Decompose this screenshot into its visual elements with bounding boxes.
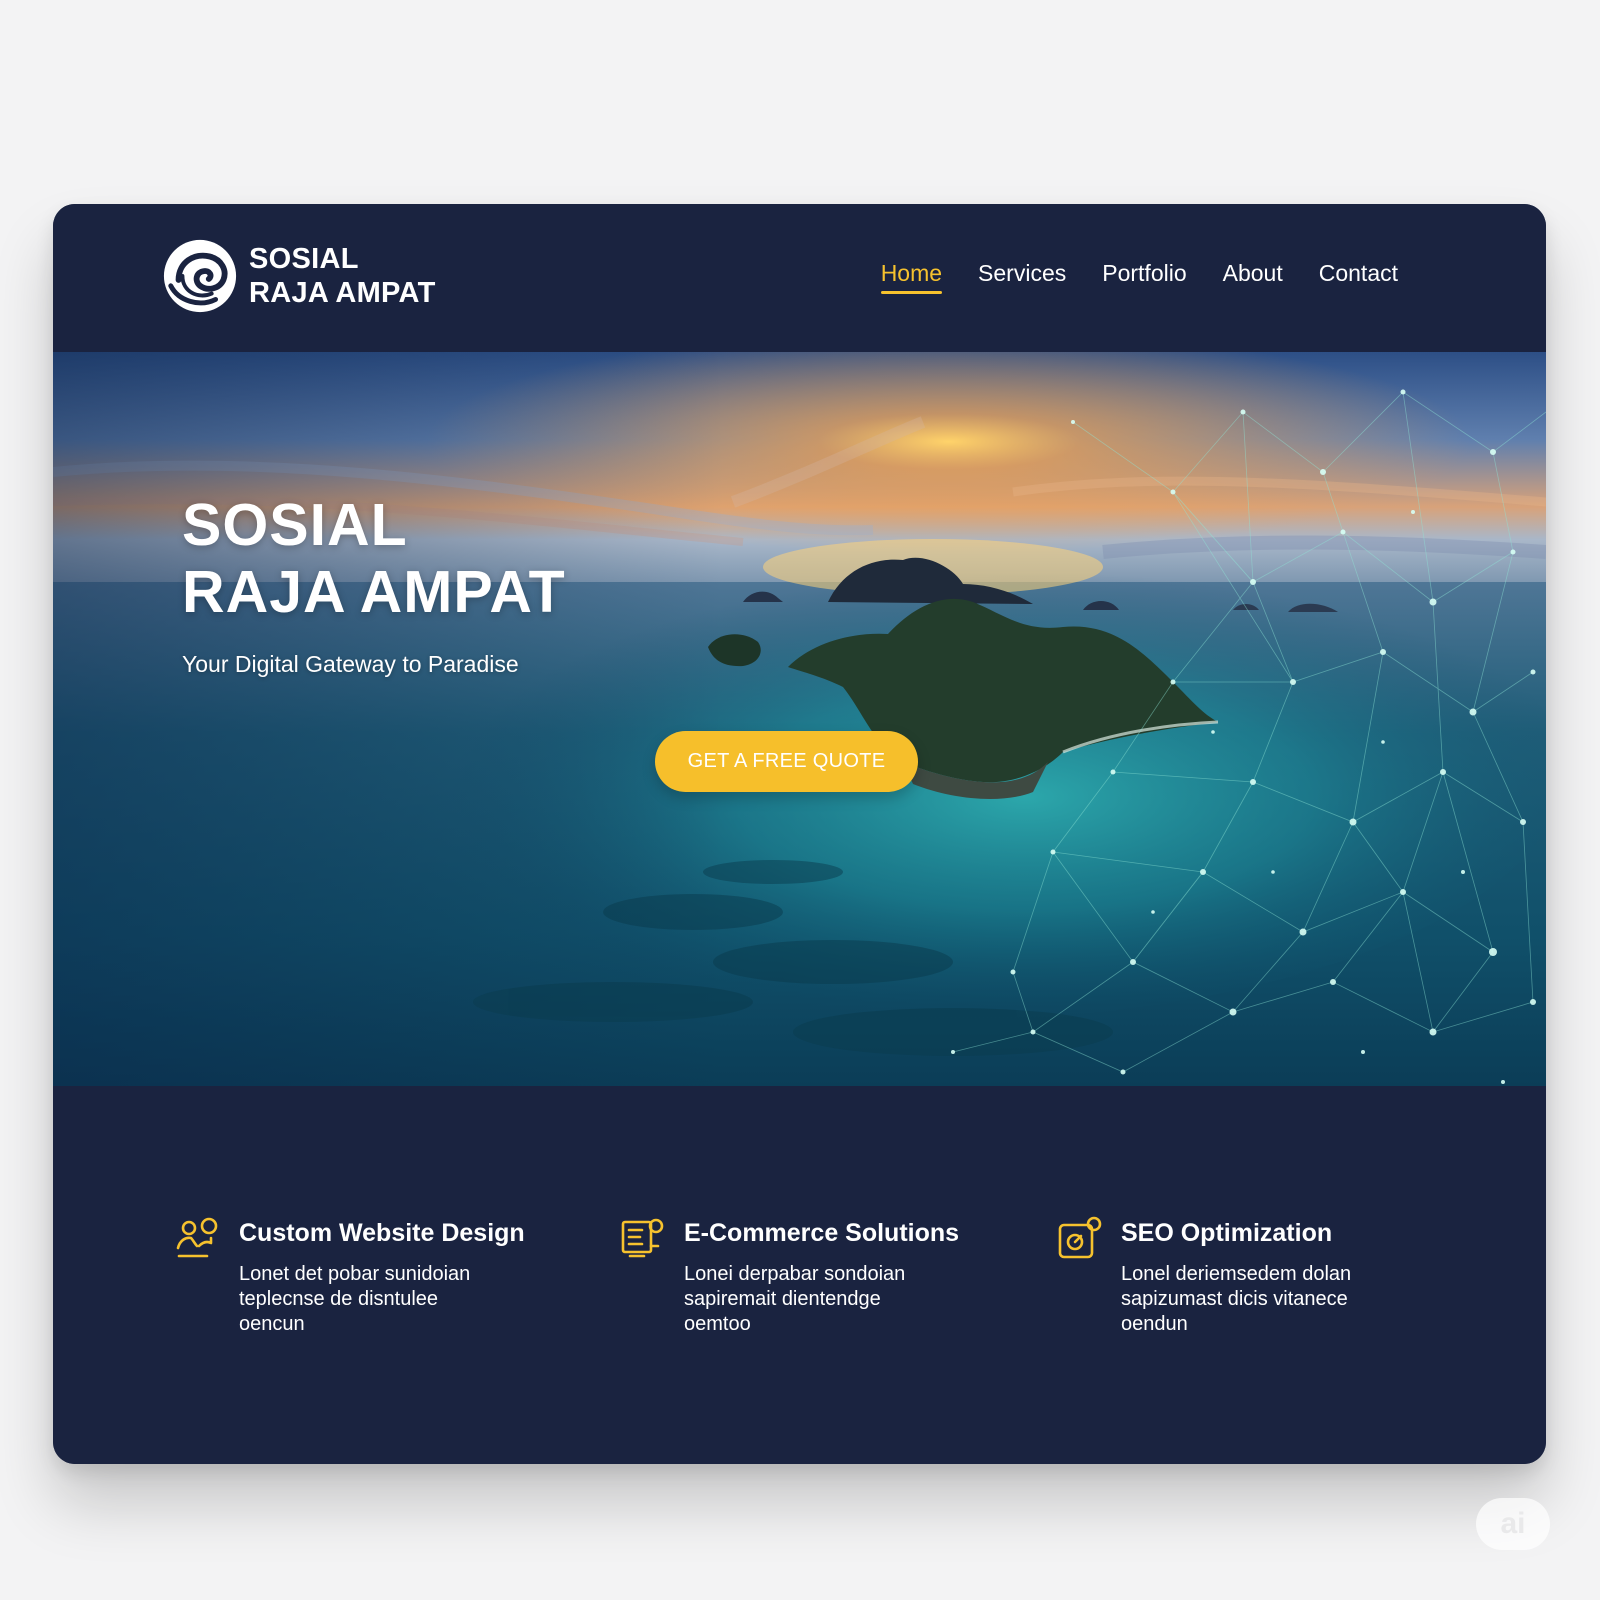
brand-logo[interactable]: SOSIAL RAJA AMPAT [161,236,436,316]
features-section: Custom Website Design Lonet det pobar su… [53,1086,1546,1464]
feature-title: Custom Website Design [239,1219,525,1247]
hero-title-line1: SOSIAL [182,492,408,558]
hero-title: SOSIAL RAJA AMPAT [182,492,566,626]
hero-section: SOSIAL RAJA AMPAT Your Digital Gateway t… [53,352,1546,1086]
nav-services[interactable]: Services [978,258,1066,294]
feature-description: Lonei derpabar sondoian sapiremait dient… [684,1262,984,1337]
storefront-icon [621,1218,664,1258]
feature-title: SEO Optimization [1121,1219,1333,1247]
feature-description-line: Lonei derpabar sondoian [684,1263,906,1285]
feature-description-line: teplecnse de disntulee [239,1288,439,1310]
feature-description-line: Lonel deriemsedem dolan [1121,1263,1352,1285]
nav-about[interactable]: About [1223,258,1283,294]
ai-watermark: ai [1476,1498,1550,1550]
site-header: SOSIAL RAJA AMPAT Home Services Portfoli… [53,204,1546,352]
main-nav: Home Services Portfolio About Contact [880,258,1398,294]
website-frame: SOSIAL RAJA AMPAT Home Services Portfoli… [53,204,1546,1464]
hero-background-image [53,352,1546,1086]
brand-name-line1: SOSIAL [249,243,359,275]
feature-title: E-Commerce Solutions [684,1219,960,1247]
feature-description: Lonel deriemsedem dolan sapizumast dicis… [1121,1262,1421,1337]
feature-description-line: sapiremait dientendge [684,1288,881,1310]
feature-description: Lonet det pobar sunidoian teplecnse de d… [239,1262,539,1337]
nav-portfolio[interactable]: Portfolio [1102,258,1186,294]
brand-name-line2: RAJA AMPAT [249,277,436,309]
feature-description-line: oendun [1121,1313,1188,1335]
brand-name: SOSIAL RAJA AMPAT [249,242,436,310]
wave-swirl-icon [163,239,237,313]
nav-home[interactable]: Home [880,258,943,294]
feature-description-line: oencun [239,1313,305,1335]
hero-subtitle: Your Digital Gateway to Paradise [182,651,519,677]
feature-description-line: sapizumast dicis vitanece [1121,1288,1348,1310]
nav-contact[interactable]: Contact [1319,258,1398,294]
search-chart-icon [1058,1216,1102,1259]
hero-title-line2: RAJA AMPAT [182,559,566,625]
feature-description-line: Lonet det pobar sunidoian [239,1263,471,1285]
feature-description-line: oemtoo [684,1313,751,1335]
users-icon [176,1217,218,1258]
get-quote-button[interactable]: GET A FREE QUOTE [655,731,918,792]
